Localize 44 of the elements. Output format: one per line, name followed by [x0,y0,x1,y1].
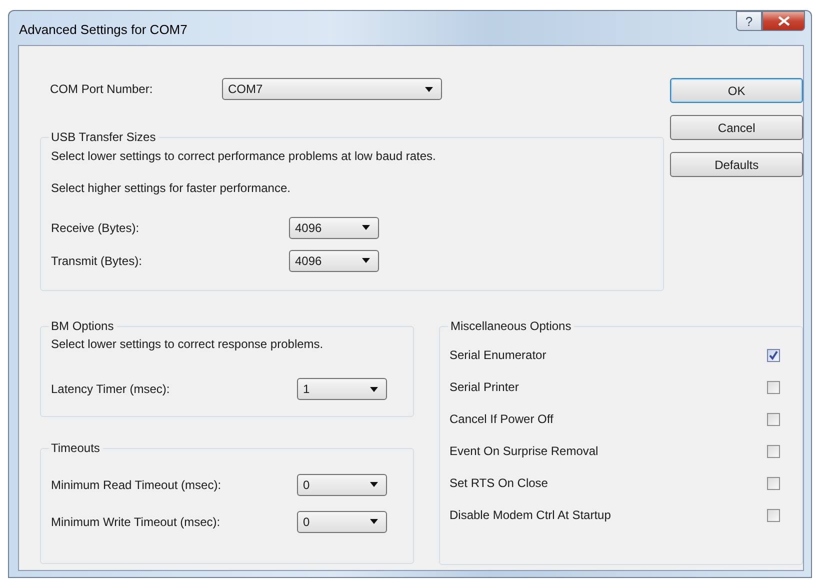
dropdown[interactable]: 4096 [289,250,379,272]
dropdown[interactable]: COM7 [222,78,442,100]
instruction-text: Select higher settings for faster performance. [51,181,292,197]
checkbox[interactable] [767,444,780,458]
dropdown[interactable]: 1 [297,378,387,400]
close-icon [778,16,790,26]
group-title: USB Transfer Sizes [49,130,159,144]
checkbox[interactable] [767,380,780,394]
push-button[interactable]: Cancel [670,115,803,140]
instruction-text: Select lower settings to correct response problems. [51,337,324,353]
field-label: Minimum Read Timeout (msec): [51,478,222,492]
field-label: Minimum Write Timeout (msec): [51,514,222,528]
dropdown[interactable]: 4096 [289,216,379,238]
checkbox-label: Serial Printer [449,380,520,394]
field-label: Latency Timer (msec): [51,382,171,396]
caret-icon [425,86,433,92]
group-title: BM Options [49,319,117,333]
caret-icon [370,386,378,392]
push-button[interactable]: Defaults [670,152,803,177]
checkbox-label: Event On Surprise Removal [449,444,600,458]
caret-icon [370,519,378,524]
checkbox[interactable] [767,348,780,362]
caret-icon [362,258,370,263]
field-label: Receive (Bytes): [51,220,140,234]
checkbox[interactable] [767,412,780,426]
checkbox-label: Serial Enumerator [449,348,548,362]
window-title: Advanced Settings for COM7 [19,22,188,37]
group-title: Miscellaneous Options [448,319,574,333]
dropdown[interactable]: 0 [297,474,387,496]
close-button[interactable] [762,11,805,31]
help-button[interactable]: ? [736,11,762,31]
field-label: COM Port Number: [49,82,154,96]
push-button[interactable]: OK [670,78,803,103]
checkbox[interactable] [767,476,780,490]
group-title: Timeouts [49,441,103,455]
checkbox[interactable] [767,508,780,522]
field-label: Transmit (Bytes): [51,254,143,268]
instruction-text: Select lower settings to correct performance problems at low baud rates. [51,149,437,165]
caret-icon [370,482,378,487]
checkbox-label: Set RTS On Close [449,476,549,490]
checkbox-label: Disable Modem Ctrl At Startup [449,508,612,522]
checkbox-label: Cancel If Power Off [449,412,554,426]
dropdown[interactable]: 0 [297,510,387,532]
caret-icon [362,225,370,230]
